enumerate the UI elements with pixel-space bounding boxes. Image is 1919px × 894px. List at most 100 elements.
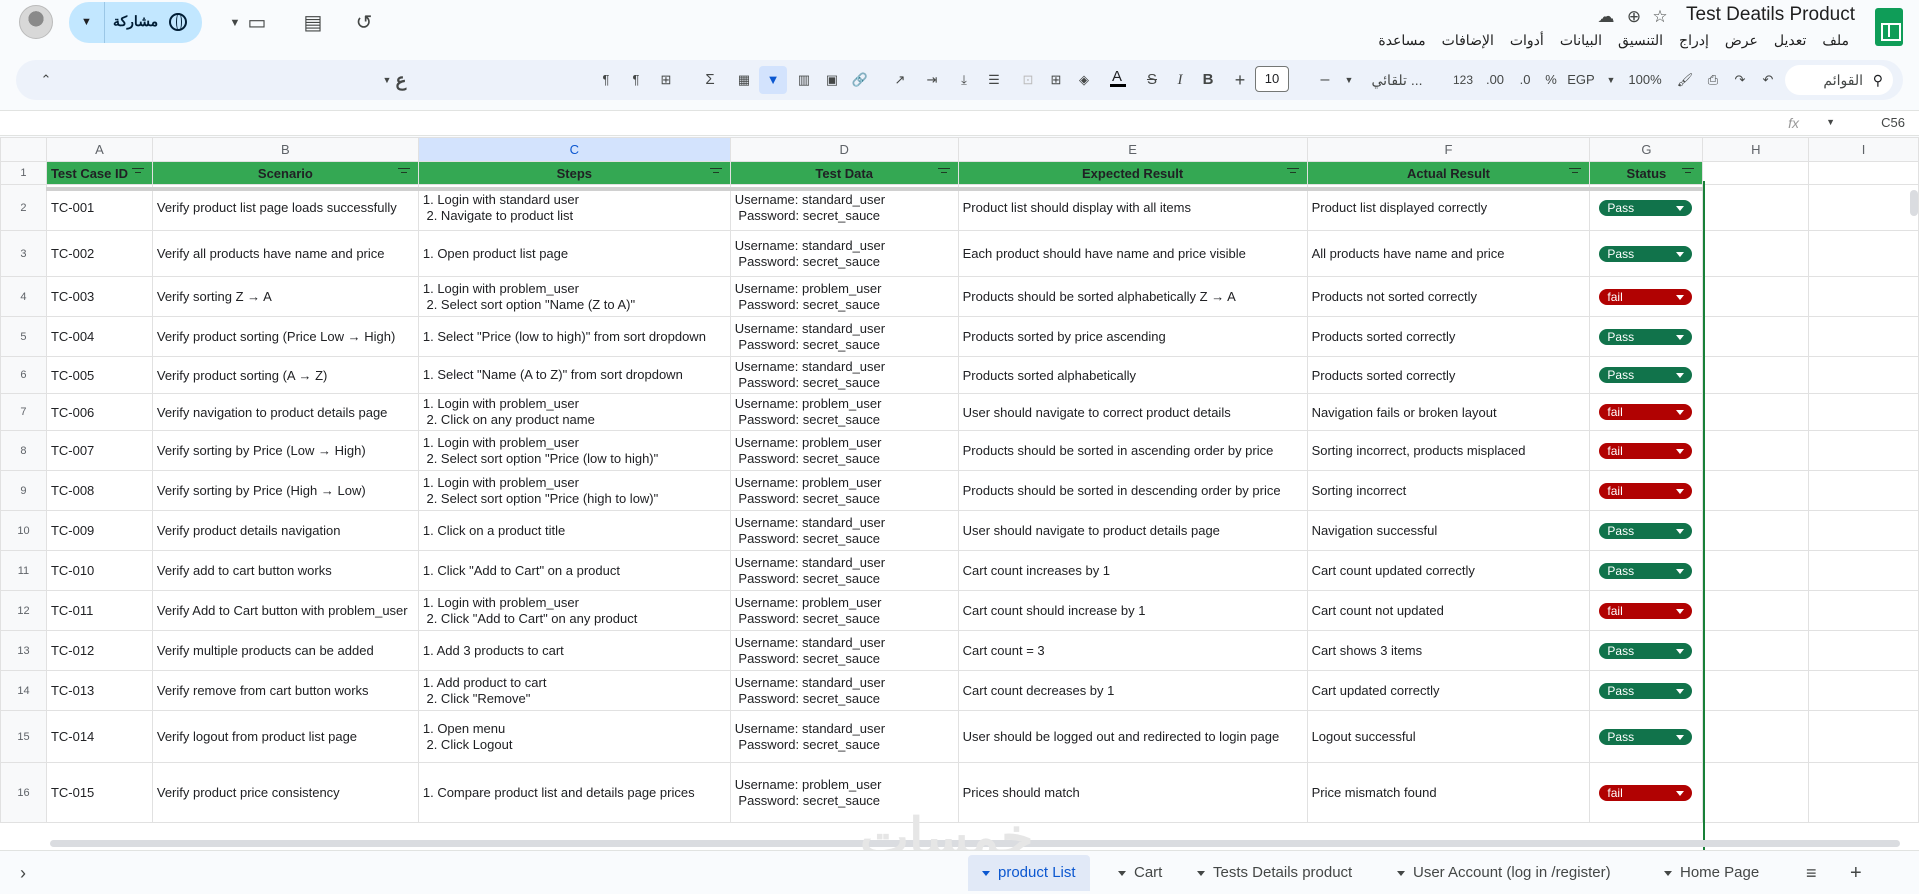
cell-status[interactable]: fail: [1589, 430, 1704, 471]
menu-tools[interactable]: أدوات: [1502, 30, 1552, 51]
cell-expected-result[interactable]: User should be logged out and redirected…: [957, 710, 1308, 763]
cell[interactable]: [1702, 590, 1810, 631]
cell-actual-result[interactable]: Cart updated correctly: [1306, 670, 1591, 711]
status-badge[interactable]: Pass: [1599, 562, 1693, 579]
name-box[interactable]: C56: [1881, 115, 1905, 130]
cell-test-case-id[interactable]: TC-010: [45, 550, 153, 591]
column-header-h[interactable]: H: [1702, 137, 1810, 162]
cell-status[interactable]: fail: [1589, 393, 1704, 431]
text-wrap-icon[interactable]: ⇥: [923, 70, 941, 90]
cell-test-data[interactable]: Username: standard_user Password: secret…: [729, 230, 959, 277]
cell[interactable]: [1808, 184, 1919, 231]
chevron-down-icon[interactable]: [1664, 870, 1672, 876]
row-header[interactable]: 9: [0, 470, 47, 511]
cell-expected-result[interactable]: Products should be sorted in descending …: [957, 470, 1308, 511]
move-folder-icon[interactable]: ⊕: [1623, 6, 1645, 28]
cell-status[interactable]: Pass: [1589, 630, 1704, 671]
cell-status[interactable]: Pass: [1589, 670, 1704, 711]
cell[interactable]: [1702, 161, 1810, 185]
cell[interactable]: [1702, 762, 1810, 823]
cell-steps[interactable]: 1. Add product to cart 2. Click "Remove": [417, 670, 731, 711]
fill-color-icon[interactable]: ◈: [1075, 70, 1093, 90]
column-header-a[interactable]: A: [45, 137, 153, 162]
merge-cells-icon[interactable]: ⊡: [1019, 70, 1037, 90]
column-header-b[interactable]: B: [151, 137, 419, 162]
video-call-icon[interactable]: ▭: [244, 10, 270, 36]
row-header[interactable]: 12: [0, 590, 47, 631]
filter-icon[interactable]: [937, 168, 950, 178]
name-box-dropdown-icon[interactable]: ▼: [1826, 117, 1835, 127]
cell-actual-result[interactable]: Logout successful: [1306, 710, 1591, 763]
cell[interactable]: [1702, 630, 1810, 671]
share-dropdown-icon[interactable]: ▼: [69, 2, 105, 43]
cell[interactable]: [1808, 762, 1919, 823]
filter-icon[interactable]: ▼: [759, 66, 787, 94]
menu-view[interactable]: عرض: [1717, 30, 1766, 51]
cell-expected-result[interactable]: Products sorted by price ascending: [957, 316, 1308, 357]
cell-expected-result[interactable]: Cart count decreases by 1: [957, 670, 1308, 711]
vertical-align-icon[interactable]: ⤓: [955, 70, 973, 90]
row-header[interactable]: 6: [0, 356, 47, 394]
frozen-row-divider[interactable]: [46, 187, 1704, 191]
row-header[interactable]: 15: [0, 710, 47, 763]
all-sheets-icon[interactable]: ≡: [1806, 861, 1817, 885]
cell-scenario[interactable]: Verify sorting by Price (High → Low): [151, 470, 419, 511]
cell-test-case-id[interactable]: TC-012: [45, 630, 153, 671]
cell-steps[interactable]: 1. Click "Add to Cart" on a product: [417, 550, 731, 591]
cell-test-data[interactable]: Username: standard_user Password: secret…: [729, 710, 959, 763]
cell-scenario[interactable]: Verify sorting by Price (Low → High): [151, 430, 419, 471]
row-header[interactable]: 3: [0, 230, 47, 277]
cell[interactable]: [1702, 184, 1810, 231]
cell-test-data[interactable]: Username: standard_user Password: secret…: [729, 550, 959, 591]
functions-button[interactable]: Σ: [701, 70, 719, 90]
menu-insert[interactable]: إدراج: [1671, 30, 1717, 51]
sheets-logo-icon[interactable]: [1875, 8, 1903, 46]
formula-input[interactable]: [10, 115, 1769, 133]
cell-scenario[interactable]: Verify product sorting (A → Z): [151, 356, 419, 394]
cell-actual-result[interactable]: Cart count not updated: [1306, 590, 1591, 631]
cell-test-data[interactable]: Username: standard_user Password: secret…: [729, 630, 959, 671]
cell-test-case-id[interactable]: TC-014: [45, 710, 153, 763]
cell-scenario[interactable]: Verify product list page loads successfu…: [151, 184, 419, 231]
print-icon[interactable]: ⎙: [1703, 70, 1723, 90]
cell-test-data[interactable]: Username: standard_user Password: secret…: [729, 670, 959, 711]
cell-scenario[interactable]: Verify product details navigation: [151, 510, 419, 551]
sheet-tab-tests-details-product[interactable]: Tests Details product: [1197, 861, 1352, 885]
comments-icon[interactable]: ▤: [300, 10, 326, 36]
cell[interactable]: [1702, 276, 1810, 317]
filter-icon[interactable]: [1682, 168, 1695, 178]
cell-steps[interactable]: 1. Select "Price (low to high)" from sor…: [417, 316, 731, 357]
menu-file[interactable]: ملف: [1814, 30, 1857, 51]
share-button[interactable]: ▼ مشاركة: [69, 2, 202, 43]
spreadsheet-grid[interactable]: A B C D E F G H I 1 Test Case ID Scenari…: [0, 137, 1919, 850]
font-family-select[interactable]: تلقائي ...: [1363, 70, 1431, 90]
zoom-select[interactable]: 100%: [1625, 70, 1665, 90]
cell-test-case-id[interactable]: TC-011: [45, 590, 153, 631]
bold-button[interactable]: B: [1201, 70, 1215, 90]
font-size-input[interactable]: 10: [1255, 66, 1289, 92]
filter-icon[interactable]: [131, 168, 144, 178]
cell[interactable]: [1702, 393, 1810, 431]
cell[interactable]: [1702, 316, 1810, 357]
insert-link-icon[interactable]: 🔗: [851, 70, 869, 90]
cell-scenario[interactable]: Verify remove from cart button works: [151, 670, 419, 711]
cell[interactable]: [1702, 356, 1810, 394]
increase-decimal-button[interactable]: .00: [1483, 70, 1507, 90]
cell-steps[interactable]: 1. Compare product list and details page…: [417, 762, 731, 823]
font-size-decrease-button[interactable]: –: [1318, 70, 1332, 90]
status-badge[interactable]: fail: [1599, 442, 1693, 459]
cell-actual-result[interactable]: Cart count updated correctly: [1306, 550, 1591, 591]
row-header[interactable]: 7: [0, 393, 47, 431]
cell-test-data[interactable]: Username: standard_user Password: secret…: [729, 356, 959, 394]
document-title[interactable]: Test Deatils Product: [1686, 4, 1855, 26]
cell[interactable]: [1808, 550, 1919, 591]
filter-icon[interactable]: [709, 168, 722, 178]
cell[interactable]: [1702, 510, 1810, 551]
cell-actual-result[interactable]: Products sorted correctly: [1306, 316, 1591, 357]
status-badge[interactable]: Pass: [1599, 245, 1693, 262]
cell[interactable]: [1702, 670, 1810, 711]
cell-steps[interactable]: 1. Add 3 products to cart: [417, 630, 731, 671]
cell-steps[interactable]: 1. Login with problem_user 2. Click on a…: [417, 393, 731, 431]
row-header[interactable]: 10: [0, 510, 47, 551]
column-header-i[interactable]: I: [1808, 137, 1919, 162]
